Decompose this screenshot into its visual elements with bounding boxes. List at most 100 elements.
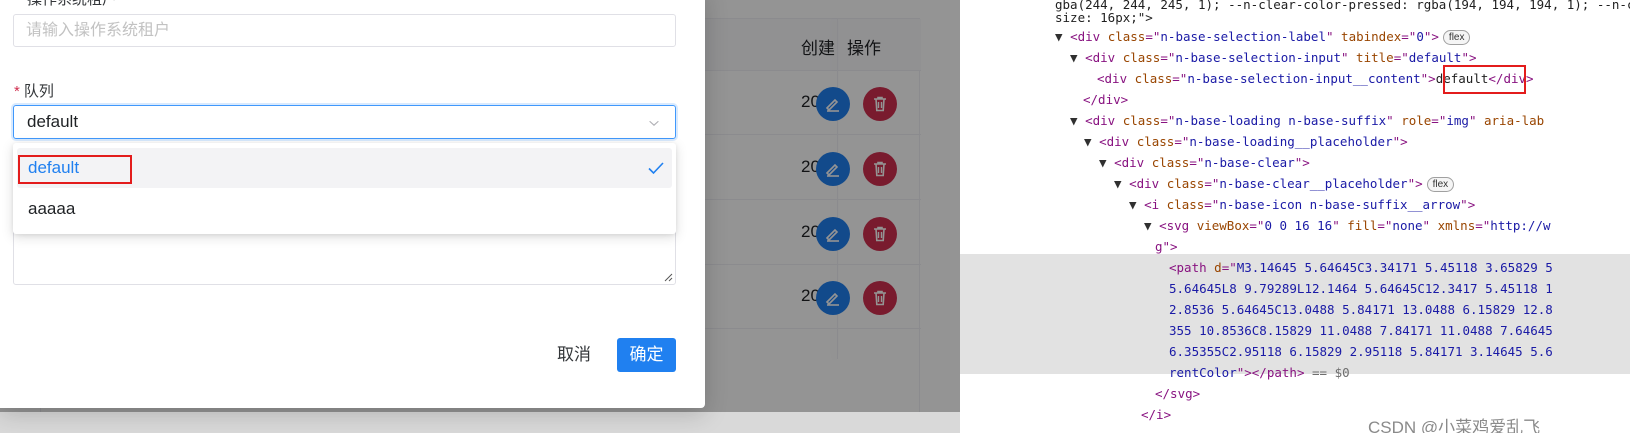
attr-value-token: rentColor: [1169, 365, 1237, 380]
attr-value-token: n-base-clear: [1204, 155, 1295, 170]
expand-arrow-icon[interactable]: ▼: [1070, 50, 1085, 65]
expand-arrow-icon[interactable]: ▼: [1099, 155, 1114, 170]
tag-token: =": [1377, 218, 1393, 233]
attr-name-token: viewBox: [1196, 218, 1250, 233]
expand-arrow-icon[interactable]: ▼: [1114, 176, 1129, 191]
console-ref-token: == $0: [1304, 365, 1350, 380]
dom-line[interactable]: ▼ <svg viewBox="0 0 16 16" fill="none" x…: [960, 215, 1630, 236]
tag-token: =": [1160, 113, 1176, 128]
attr-name-token: fill: [1347, 218, 1378, 233]
tag-token: <div: [1099, 134, 1137, 149]
option-aaaaa[interactable]: aaaaa: [17, 189, 672, 229]
dom-line[interactable]: 6.35355C2.95118 6.15829 2.95118 5.84171 …: [960, 341, 1630, 362]
attr-name-token: aria-lab: [1484, 113, 1545, 128]
annotation-highlight-box: [18, 155, 132, 184]
attr-value-token: n-base-icon n-base-suffix__arrow: [1219, 197, 1461, 212]
tag-token: g">: [1155, 239, 1178, 254]
dom-line[interactable]: ▼ <div class="n-base-loading__placeholde…: [960, 131, 1630, 152]
dom-line[interactable]: g">: [960, 236, 1630, 257]
tag-token: <div: [1070, 29, 1108, 44]
queue-select-value: default: [27, 112, 79, 131]
attr-value-token: 2.8536 5.64645C13.0488 5.84171 13.0488 6…: [1169, 302, 1553, 317]
tag-token: ": [1332, 218, 1348, 233]
tag-token: <path: [1169, 260, 1215, 275]
attr-name-token: title: [1356, 50, 1394, 65]
expand-arrow-icon[interactable]: ▼: [1084, 134, 1099, 149]
dom-line[interactable]: ▼ <div class="n-base-clear">: [960, 152, 1630, 173]
attr-name-token: class: [1166, 197, 1205, 212]
tag-token: ">: [1461, 50, 1477, 65]
tenant-input[interactable]: 请输入操作系统租户: [13, 14, 676, 47]
tag-token: ": [1325, 29, 1342, 44]
attr-name-token: xmlns: [1437, 218, 1476, 233]
option-label: aaaaa: [28, 199, 76, 218]
dom-line[interactable]: <div class="n-base-selection-input__cont…: [960, 68, 1630, 89]
attr-name-token: class: [1151, 155, 1190, 170]
tag-token: ": [1386, 113, 1402, 128]
attr-value-token: 0: [1416, 29, 1424, 44]
tag-token: ">: [1294, 155, 1310, 170]
required-mark: *: [14, 83, 20, 100]
dom-line[interactable]: 5.64645L8 9.79289L12.1464 5.64645C12.341…: [960, 278, 1630, 299]
check-icon: [648, 162, 664, 175]
attr-name-token: class: [1122, 50, 1161, 65]
tag-token: =": [1160, 50, 1176, 65]
resize-handle-icon[interactable]: [663, 272, 673, 282]
dom-line[interactable]: 355 10.8536C8.15829 11.0488 7.84171 11.0…: [960, 320, 1630, 341]
dom-line[interactable]: ▼ <div class="n-base-selection-label" ta…: [960, 26, 1630, 47]
devtools-elements-panel: gba(244, 244, 245, 1); --n-clear-color-p…: [960, 0, 1630, 433]
tag-token: <div: [1085, 113, 1123, 128]
dom-line[interactable]: </div>: [960, 89, 1630, 110]
tag-token: =": [1204, 176, 1220, 191]
tag-token: ">: [1392, 134, 1408, 149]
tag-token: =": [1189, 155, 1205, 170]
page-bottom-strip: [0, 412, 960, 433]
attr-name-token: tabindex: [1341, 29, 1402, 44]
tag-token: "></path>: [1236, 365, 1305, 380]
tag-token: =": [1401, 29, 1417, 44]
flex-badge[interactable]: flex: [1426, 177, 1455, 192]
tag-token: ">: [1407, 176, 1423, 191]
tag-token: ">: [1460, 197, 1476, 212]
dom-line[interactable]: ▼ <div class="n-base-loading n-base-suff…: [960, 110, 1630, 131]
tag-token: =": [1172, 71, 1188, 86]
dom-line[interactable]: ▼ <div class="n-base-clear__placeholder"…: [960, 173, 1630, 194]
tag-token: ": [1468, 113, 1484, 128]
tag-token: </svg>: [1155, 386, 1201, 401]
dom-line[interactable]: <path d="M3.14645 5.64645C3.34171 5.4511…: [960, 257, 1630, 278]
expand-arrow-icon[interactable]: ▼: [1070, 113, 1085, 128]
attr-value-token: n-base-selection-input__content: [1187, 71, 1421, 86]
attr-name-token: class: [1122, 113, 1161, 128]
dom-line[interactable]: </svg>: [960, 383, 1630, 404]
tag-token: ">: [1420, 71, 1436, 86]
attr-value-token: 355 10.8536C8.15829 11.0488 7.84171 11.0…: [1169, 323, 1553, 338]
dom-line[interactable]: rentColor"></path> == $0: [960, 362, 1630, 383]
expand-arrow-icon[interactable]: ▼: [1129, 197, 1144, 212]
expand-arrow-icon[interactable]: ▼: [1055, 29, 1070, 44]
flex-badge[interactable]: flex: [1442, 30, 1471, 45]
cancel-button[interactable]: 取消: [547, 338, 601, 372]
queue-select[interactable]: default: [13, 105, 676, 139]
attr-name-token: class: [1136, 134, 1175, 149]
dom-line[interactable]: size: 16px;">: [960, 7, 1630, 28]
queue-label-text: 队列: [23, 83, 54, 100]
tag-token: ": [1422, 218, 1438, 233]
attr-value-token: n-base-clear__placeholder: [1219, 176, 1408, 191]
tag-token: ": [1340, 50, 1357, 65]
tag-token: </i>: [1141, 407, 1172, 422]
dom-line[interactable]: ▼ <div class="n-base-selection-input" ti…: [960, 47, 1630, 68]
attr-name-token: class: [1107, 29, 1146, 44]
dom-line[interactable]: ▼ <i class="n-base-icon n-base-suffix__a…: [960, 194, 1630, 215]
annotation-highlight-box: [1443, 65, 1526, 94]
attr-value-token: 0 0 16 16: [1264, 218, 1333, 233]
tag-token: <svg: [1159, 218, 1197, 233]
dom-line[interactable]: 2.8536 5.64645C13.0488 5.84171 13.0488 6…: [960, 299, 1630, 320]
attr-value-token: 5.64645L8 9.79289L12.1464 5.64645C12.341…: [1169, 281, 1553, 296]
expand-arrow-icon[interactable]: ▼: [1144, 218, 1159, 233]
confirm-button[interactable]: 确定: [617, 338, 676, 372]
tag-token: =": [1475, 218, 1491, 233]
tag-token: <div: [1129, 176, 1167, 191]
tag-token: =": [1204, 197, 1220, 212]
tag-token: ">: [1423, 29, 1439, 44]
tag-token: <div: [1097, 71, 1135, 86]
